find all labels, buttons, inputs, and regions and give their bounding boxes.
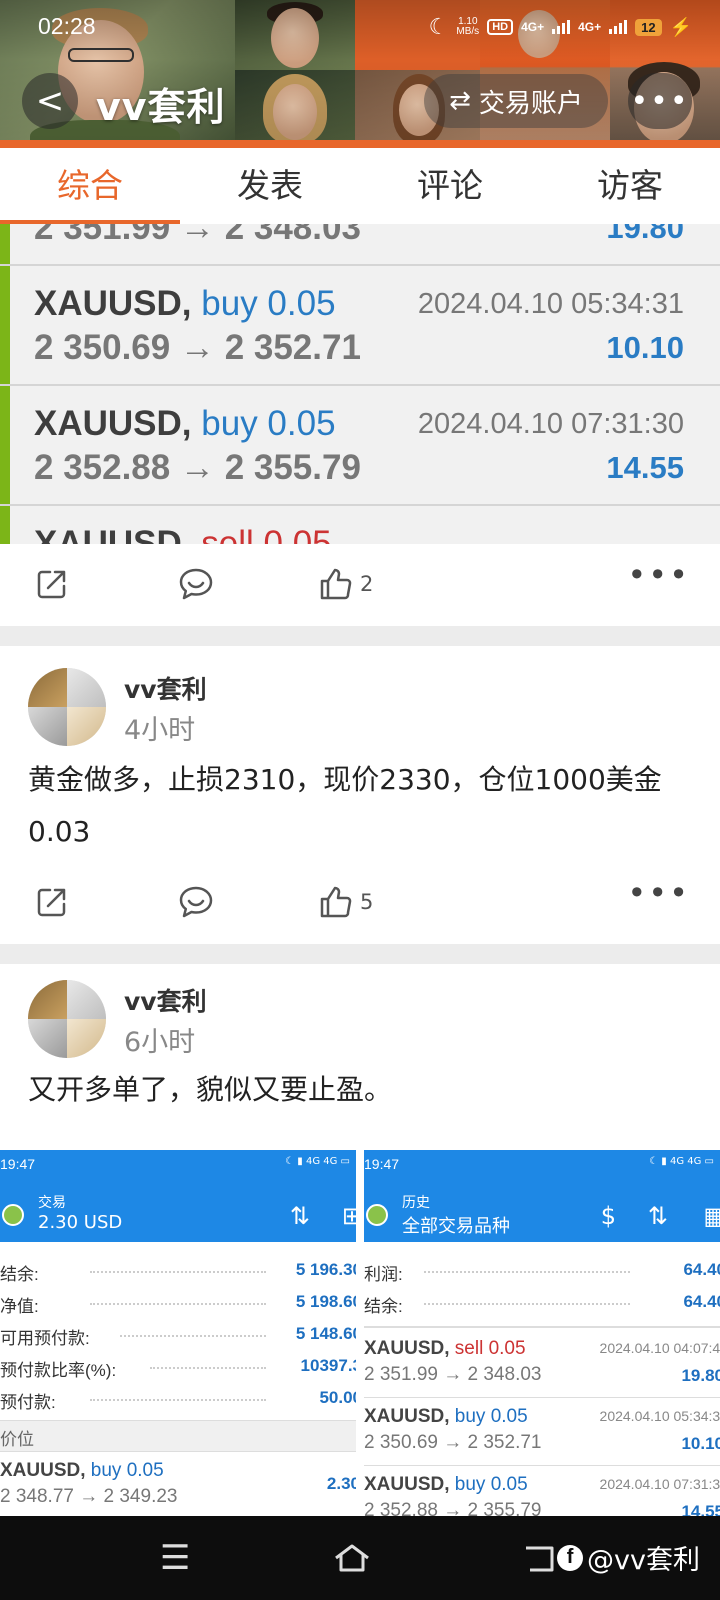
more-button[interactable]: ••• (628, 73, 692, 129)
trading-account-button[interactable]: ⇄ 交易账户 (424, 74, 608, 128)
tab-posts[interactable]: 发表 (180, 148, 360, 224)
post-image-trade[interactable]: 19:47 ☾ ▮ 4G 4G ▭ 交易 2.30 USD ⇅ ⊞ 结余: 5 1… (0, 1150, 356, 1516)
charging-icon: ⚡ (669, 16, 692, 37)
network-speed: 1.10 MB/s (456, 16, 480, 37)
sort-icon: ⇅ (647, 1202, 668, 1230)
post-actions: 5 ••• (0, 862, 720, 942)
trading-account-label: 交易账户 (478, 88, 583, 119)
menu-icon[interactable]: ☰ (160, 1538, 190, 1578)
sort-icon: ⇅ (289, 1202, 310, 1230)
post-author[interactable]: vv套利 (124, 982, 207, 1018)
add-icon: ⊞ (341, 1202, 356, 1230)
status-bar: 02:28 ☾ 1.10 MB/s HD 4G+ 4G+ 12 ⚡ (0, 0, 720, 56)
home-icon[interactable] (332, 1542, 372, 1574)
back-nav-icon[interactable] (522, 1542, 556, 1574)
comment-icon[interactable] (178, 884, 214, 920)
status-time: 02:28 (38, 13, 96, 39)
battery-icon: 12 (635, 18, 662, 36)
facebook-logo-icon: f (557, 1544, 584, 1571)
share-icon[interactable] (34, 884, 70, 920)
trade-history-image[interactable]: 2 351.99 → 2 348.03 19.80 XAUUSD, buy 0.… (0, 224, 720, 544)
tab-overview[interactable]: 综合 (0, 148, 180, 224)
dollar-filter-icon: $ (600, 1202, 616, 1230)
hd-icon: HD (487, 19, 514, 35)
like-count: 5 (360, 890, 374, 914)
tab-comments[interactable]: 评论 (360, 148, 540, 224)
trade-row: XAUUSD, buy 0.05 2024.04.10 05:34:31 2 3… (0, 266, 720, 386)
post-actions: 2 ••• (0, 544, 720, 624)
post-time: 4小时 (124, 715, 196, 746)
share-icon[interactable] (34, 566, 70, 602)
calendar-icon: ▦ (703, 1202, 720, 1230)
trade-row-partial-bottom: XAUUSD, sell 0.05 (0, 506, 720, 544)
page-title: vv套利 (96, 85, 226, 129)
signal-bars-1-icon (552, 20, 571, 34)
post-image-history[interactable]: 19:47 ☾ ▮ 4G 4G ▭ 历史 全部交易品种 $ ⇅ ▦ 利润: 64.… (364, 1150, 720, 1516)
post-author[interactable]: vv套利 (124, 670, 207, 706)
post-text: 黄金做多，止损2310，现价2330，仓位1000美金0.03 (28, 763, 662, 848)
moon-icon: ☾ (428, 14, 449, 39)
more-dots-icon: ••• (630, 83, 690, 119)
swap-arrows-icon: ⇄ (449, 86, 471, 116)
comment-icon[interactable] (178, 566, 214, 602)
watermark: f @vv套利 (557, 1538, 700, 1577)
avatar[interactable] (28, 668, 106, 746)
app-logo-icon (2, 1204, 24, 1226)
avatar[interactable] (28, 980, 106, 1058)
signal-1-label: 4G+ (521, 20, 545, 34)
more-dots-icon[interactable]: ••• (627, 556, 690, 594)
like-icon[interactable] (318, 566, 354, 602)
tab-visitors[interactable]: 访客 (540, 148, 720, 224)
signal-bars-2-icon (609, 20, 628, 34)
divider (0, 944, 720, 964)
like-icon[interactable] (318, 884, 354, 920)
like-count: 2 (360, 572, 374, 596)
tab-bar: 综合 发表 评论 访客 (0, 148, 720, 224)
system-nav-bar: ☰ f @vv套利 (0, 1516, 720, 1600)
post-time: 6小时 (124, 1027, 196, 1058)
post-card: vv套利 6小时 又开多单了，貌似又要止盈。 (0, 964, 720, 1150)
back-button[interactable]: < (22, 73, 78, 129)
signal-2-label: 4G+ (578, 20, 602, 34)
more-dots-icon[interactable]: ••• (627, 874, 690, 912)
trade-row: XAUUSD, buy 0.05 2024.04.10 07:31:30 2 3… (0, 386, 720, 506)
chevron-left-icon: < (35, 81, 65, 121)
divider (0, 626, 720, 646)
post-text: 又开多单了，貌似又要止盈。 (28, 1073, 393, 1106)
app-logo-icon (366, 1204, 388, 1226)
trade-row-partial-top: 2 351.99 → 2 348.03 19.80 (0, 224, 720, 266)
